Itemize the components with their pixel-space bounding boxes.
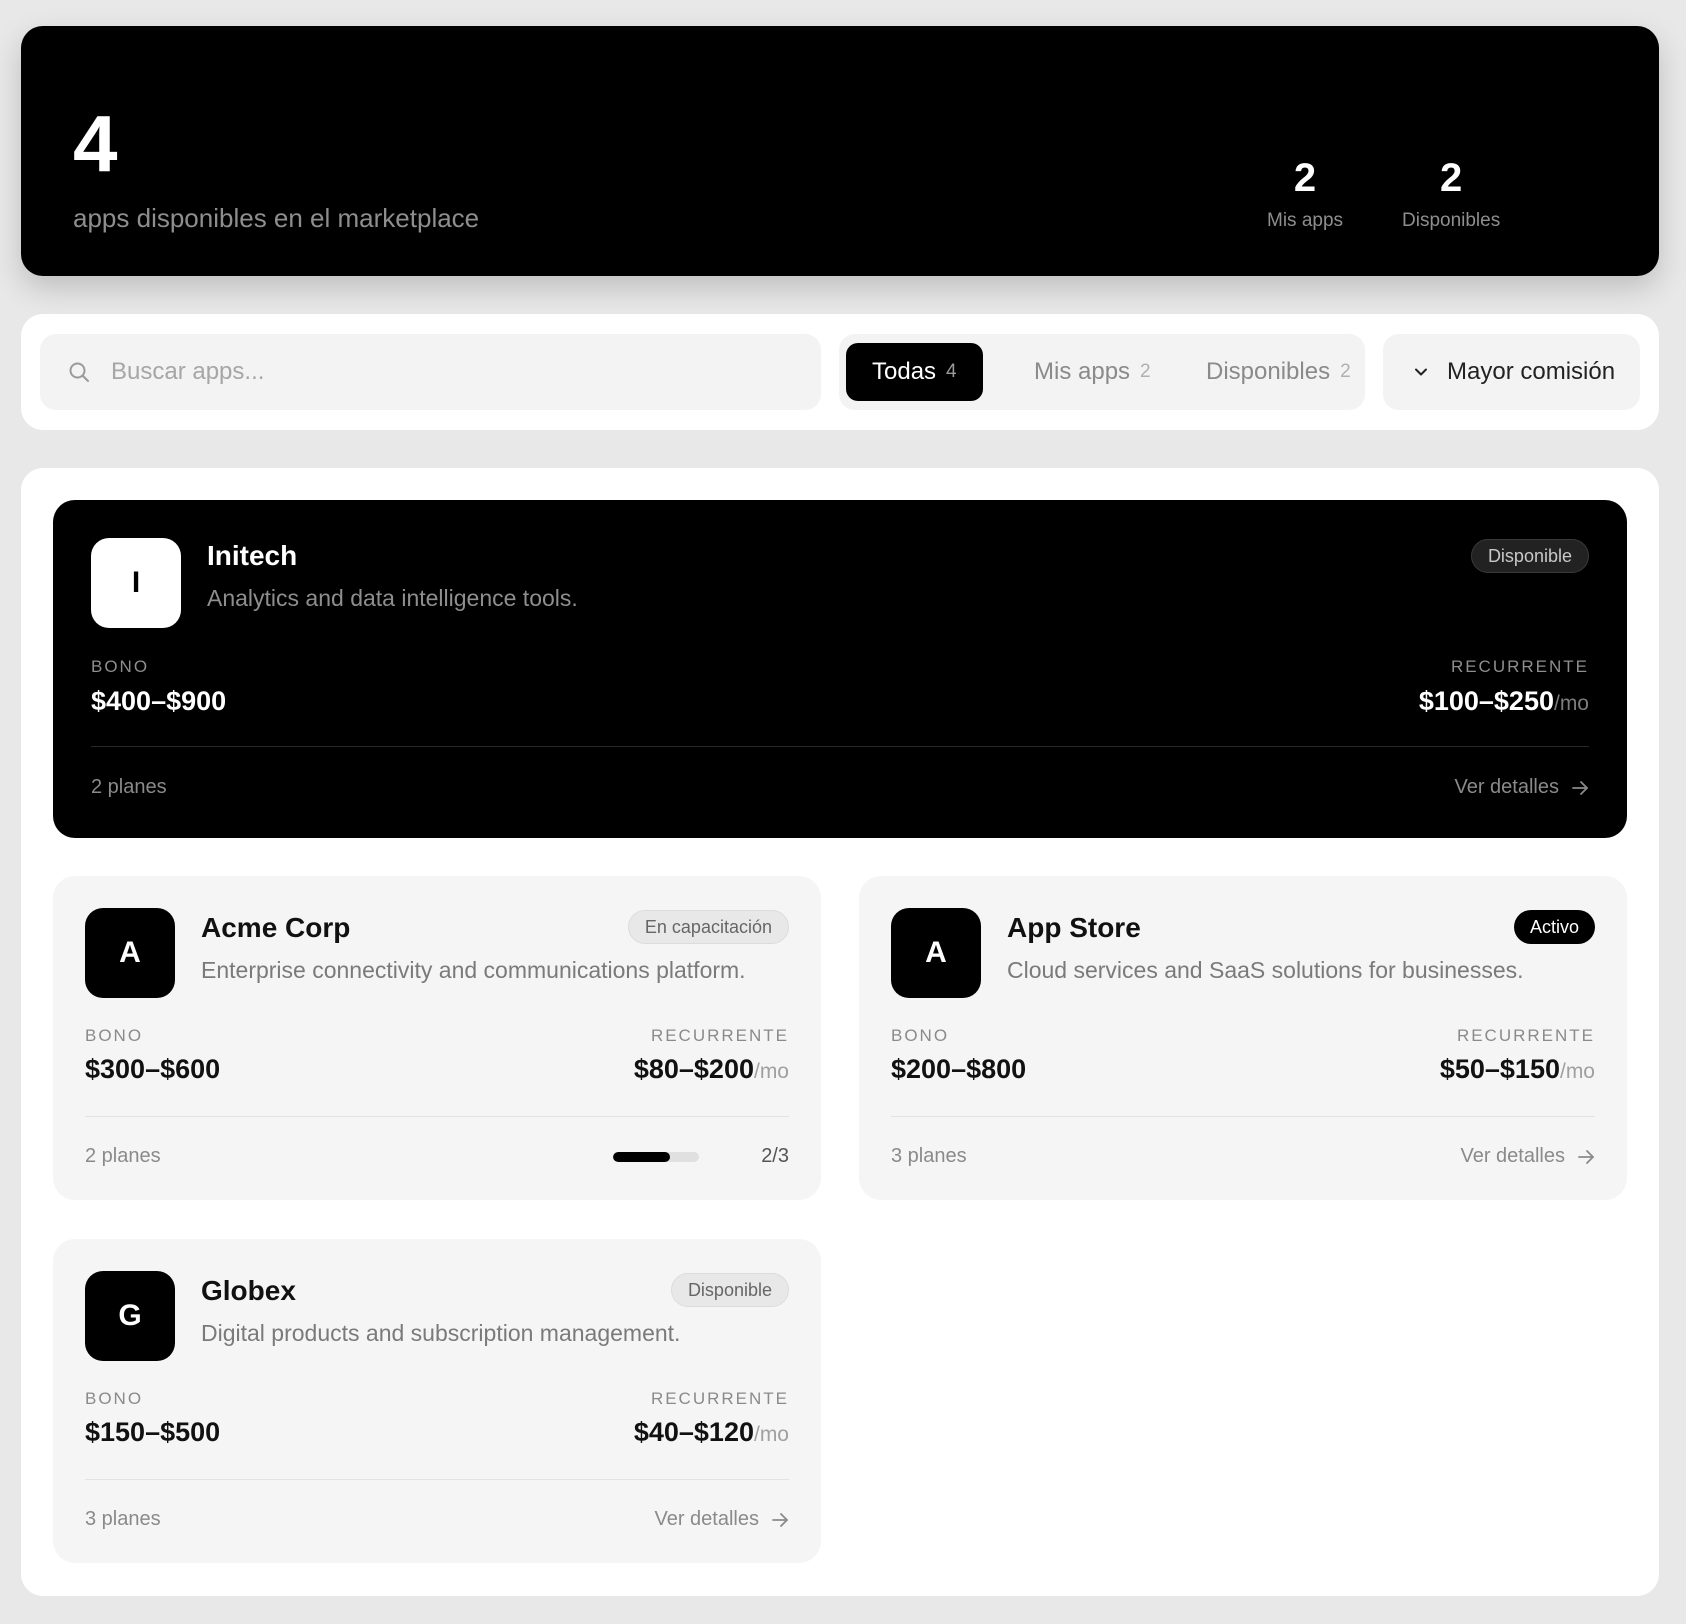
tab-label: Todas (872, 358, 937, 385)
view-details-label: Ver detalles (654, 1508, 759, 1530)
divider (91, 746, 1589, 747)
filter-toolbar: Todas 4 Mis apps 2 Disponibles 2 Mayor c… (21, 314, 1659, 430)
stat-disponibles: 2 Disponibles (1402, 158, 1500, 232)
arrow-right-icon (1578, 1149, 1594, 1164)
recurring-value: $40–$120 (633, 1417, 754, 1447)
sort-dropdown[interactable]: Mayor comisión (1383, 334, 1640, 410)
view-details-label: Ver detalles (1460, 1145, 1565, 1167)
plans-count: 2 planes (91, 776, 167, 798)
app-card-acme-corp[interactable]: A Acme Corp Enterprise connectivity and … (53, 876, 821, 1200)
stat-label: Disponibles (1402, 210, 1501, 231)
apps-count-subtitle: apps disponibles en el marketplace (73, 203, 480, 233)
recurring-label: RECURRENTE (1456, 1026, 1595, 1045)
recurring-period: /mo (1553, 692, 1589, 715)
filter-tabs: Todas 4 Mis apps 2 Disponibles 2 (839, 334, 1365, 410)
tab-count: 4 (946, 361, 957, 382)
app-description: Analytics and data intelligence tools. (207, 585, 578, 611)
tab-count: 2 (1340, 361, 1351, 382)
tab-label: Mis apps (1034, 358, 1131, 385)
plans-count: 3 planes (891, 1145, 967, 1167)
app-name: App Store (1007, 912, 1141, 943)
divider (891, 1116, 1595, 1117)
app-name: Acme Corp (201, 912, 351, 943)
app-card-globex[interactable]: G Globex Digital products and subscripti… (53, 1239, 821, 1563)
bonus-amount: $300–$600 (85, 1054, 221, 1084)
app-logo: A (85, 908, 175, 998)
recurring-label: RECURRENTE (1450, 657, 1589, 676)
view-details-label: Ver detalles (1454, 776, 1559, 798)
stat-mis-apps: 2 Mis apps (1267, 158, 1343, 232)
app-logo: I (91, 538, 181, 628)
search-input[interactable] (111, 358, 761, 386)
recurring-amount: $40–$120/mo (634, 1417, 789, 1448)
plans-count: 3 planes (85, 1508, 161, 1530)
chevron-down-icon (1415, 368, 1427, 376)
recurring-label: RECURRENTE (650, 1026, 789, 1045)
tab-label: Disponibles (1206, 358, 1331, 385)
app-logo: A (891, 908, 981, 998)
bonus-label: BONO (91, 657, 150, 676)
training-progress-bar (613, 1152, 699, 1162)
recurring-amount: $80–$200/mo (634, 1054, 789, 1085)
app-description: Enterprise connectivity and communicatio… (201, 957, 746, 983)
stat-value: 2 (1439, 156, 1463, 200)
tab-count: 2 (1140, 361, 1151, 382)
app-description: Digital products and subscription manage… (201, 1320, 681, 1346)
training-progress-text: 2/3 (761, 1145, 789, 1167)
recurring-period: /mo (753, 1423, 789, 1446)
marketplace-summary: 4 apps disponibles en el marketplace 2 M… (21, 26, 1659, 276)
bonus-label: BONO (891, 1026, 950, 1045)
app-logo: G (85, 1271, 175, 1361)
recurring-value: $80–$200 (633, 1054, 754, 1084)
apps-grid: I Initech Analytics and data intelligenc… (21, 468, 1659, 1596)
search-icon (69, 362, 89, 382)
bonus-label: BONO (85, 1389, 144, 1408)
sort-label: Mayor comisión (1447, 358, 1616, 385)
recurring-value: $100–$250 (1418, 686, 1554, 716)
recurring-value: $50–$150 (1439, 1054, 1560, 1084)
plans-count: 2 planes (85, 1145, 161, 1167)
view-details-link[interactable]: Ver detalles (654, 1508, 789, 1531)
app-description: Cloud services and SaaS solutions for bu… (1007, 957, 1524, 983)
arrow-right-icon (1572, 780, 1588, 795)
view-details-link[interactable]: Ver detalles (1460, 1145, 1595, 1168)
app-name: Globex (201, 1275, 296, 1306)
stat-value: 2 (1293, 156, 1317, 200)
recurring-period: /mo (1559, 1060, 1595, 1083)
arrow-right-icon (772, 1512, 788, 1527)
status-badge: En capacitación (627, 910, 789, 944)
app-card-initech[interactable]: I Initech Analytics and data intelligenc… (53, 500, 1627, 838)
bonus-label: BONO (85, 1026, 144, 1045)
search-box[interactable] (40, 334, 821, 410)
apps-count: 4 (73, 99, 118, 188)
status-badge: Activo (1513, 910, 1595, 944)
app-name: Initech (207, 540, 298, 571)
divider (85, 1479, 789, 1480)
recurring-amount: $50–$150/mo (1440, 1054, 1595, 1085)
tab-disponibles[interactable]: Disponibles 2 (1206, 343, 1351, 401)
bonus-amount: $200–$800 (891, 1054, 1027, 1084)
recurring-label: RECURRENTE (650, 1389, 789, 1408)
status-badge: Disponible (1470, 539, 1589, 573)
bonus-amount: $150–$500 (85, 1417, 221, 1447)
app-card-app-store[interactable]: A App Store Cloud services and SaaS solu… (859, 876, 1627, 1200)
tab-mis-apps[interactable]: Mis apps 2 (1034, 343, 1151, 401)
status-badge: Disponible (670, 1273, 789, 1307)
bonus-amount: $400–$900 (91, 686, 227, 716)
recurring-period: /mo (753, 1060, 789, 1083)
training-progress-fill (613, 1152, 671, 1162)
divider (85, 1116, 789, 1117)
recurring-amount: $100–$250/mo (1419, 686, 1589, 717)
tab-todas[interactable]: Todas 4 (846, 343, 983, 401)
view-details-link[interactable]: Ver detalles (1454, 776, 1589, 799)
stat-label: Mis apps (1267, 210, 1344, 231)
